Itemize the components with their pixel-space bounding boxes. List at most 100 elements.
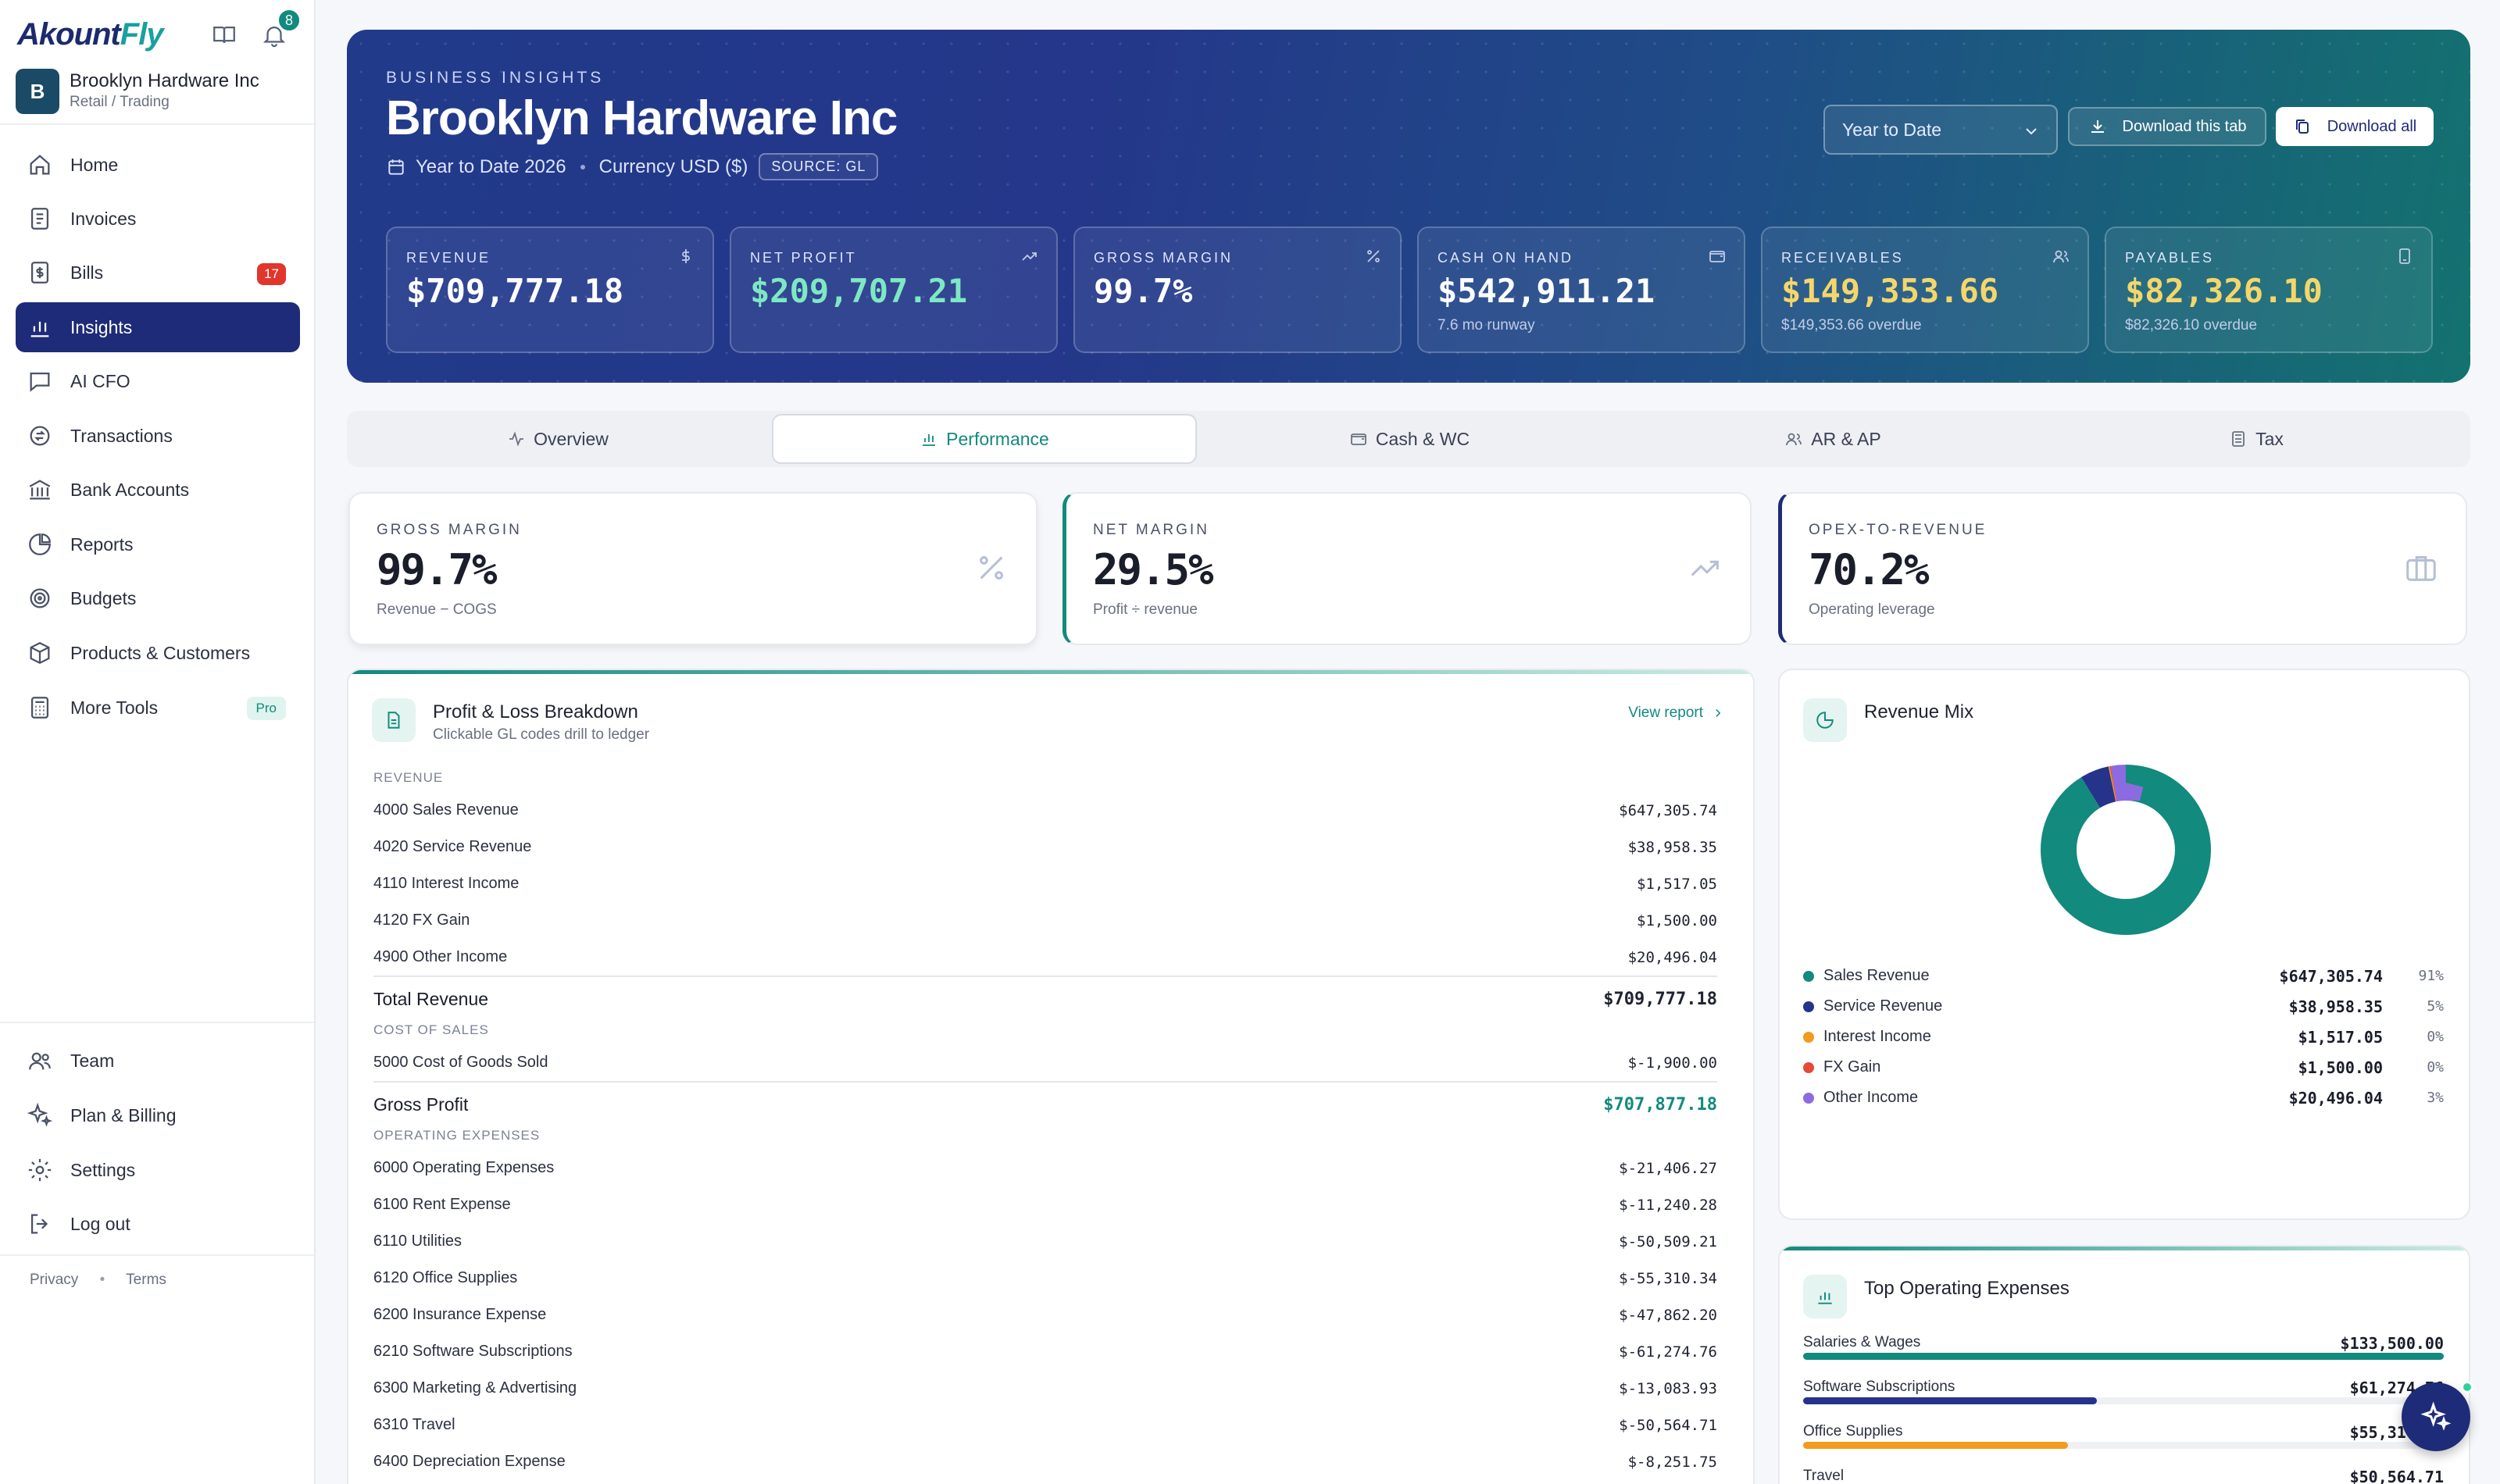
metric-value: 29.5% [1093, 545, 1214, 594]
pl-row[interactable]: 4020 Service Revenue $38,958.35 [373, 829, 1717, 865]
users-icon [1784, 430, 1803, 448]
nav-invoices[interactable]: Invoices [16, 194, 300, 244]
pl-row[interactable]: 6210 Software Subscriptions $-61,274.76 [373, 1333, 1717, 1370]
nav-team[interactable]: Team [16, 1036, 300, 1086]
target-icon [27, 585, 53, 612]
period-select[interactable]: Year to Date [1823, 105, 2058, 155]
privacy-link[interactable]: Privacy [30, 1272, 78, 1288]
legend-amount: $38,958.35 [2288, 997, 2383, 1016]
tab-cash-wc[interactable]: Cash & WC [1198, 414, 1620, 464]
dollar-icon [677, 247, 695, 266]
nav-transactions[interactable]: Transactions [16, 411, 300, 461]
kpi-label: PAYABLES [2125, 250, 2215, 266]
users-icon [2052, 247, 2070, 266]
bar-chart-icon [1803, 1275, 1847, 1318]
gl-amount: $-1,900.00 [1627, 1054, 1717, 1072]
gl-amount: $647,305.74 [1619, 801, 1717, 819]
pl-row[interactable]: 6300 Marketing & Advertising $-13,083.93 [373, 1370, 1717, 1407]
tab-performance[interactable]: Performance [772, 414, 1197, 464]
tab-tax[interactable]: Tax [2045, 414, 2467, 464]
kpi-card-cash-on-hand[interactable]: CASH ON HAND $542,911.21 7.6 mo runway [1417, 227, 1745, 353]
pl-row[interactable]: 6310 Travel $-50,564.71 [373, 1407, 1717, 1443]
pl-row[interactable]: 4110 Interest Income $1,517.05 [373, 865, 1717, 902]
download-tab-button[interactable]: Download this tab [2068, 107, 2266, 146]
gl-amount: $-11,240.28 [1619, 1196, 1717, 1214]
legend-swatch [1803, 1001, 1814, 1012]
nav-bills[interactable]: Bills 17 [16, 248, 300, 298]
download-icon [2088, 117, 2107, 136]
nav-budgets[interactable]: Budgets [16, 573, 300, 623]
legend-label: Other Income [1823, 1089, 1919, 1106]
kpi-label: GROSS MARGIN [1094, 250, 1234, 266]
top-opex-panel: Top Operating Expenses Salaries & Wages $… [1778, 1245, 2470, 1484]
bank-icon [27, 476, 53, 503]
nav-team-label: Team [70, 1050, 115, 1071]
nav-insights[interactable]: Insights [16, 302, 300, 352]
opex-name: Office Supplies [1803, 1423, 1903, 1439]
donut-slice-sales-revenue[interactable] [2041, 765, 2211, 935]
pl-row[interactable]: 4120 FX Gain $1,500.00 [373, 902, 1717, 939]
trend-up-icon [1020, 247, 1039, 266]
pl-row[interactable]: 6120 Office Supplies $-55,310.34 [373, 1260, 1717, 1297]
nav-reports[interactable]: Reports [16, 519, 300, 569]
pl-row[interactable]: 4000 Sales Revenue $647,305.74 [373, 792, 1717, 829]
nav-bank-accounts-label: Bank Accounts [70, 479, 190, 500]
app-logo[interactable]: AkountFly [17, 17, 164, 52]
nav-settings-label: Settings [70, 1159, 136, 1180]
tab-overview-label: Overview [534, 428, 609, 449]
kpi-card-gross-margin[interactable]: GROSS MARGIN 99.7% [1073, 227, 1402, 353]
kpi-card-net-profit[interactable]: NET PROFIT $209,707.21 [730, 227, 1058, 353]
pl-row[interactable]: 5000 Cost of Goods Sold $-1,900.00 [373, 1044, 1717, 1081]
nav-settings[interactable]: Settings [16, 1145, 300, 1195]
gl-account-name: 4120 FX Gain [373, 911, 470, 929]
legend-amount: $1,517.05 [2298, 1027, 2383, 1047]
opex-bar-item: Software Subscriptions $61,274.76 [1803, 1379, 2444, 1423]
revenue-mix-donut [2041, 765, 2211, 935]
pl-row[interactable]: 6000 Operating Expenses $-21,406.27 [373, 1150, 1717, 1186]
pl-row[interactable]: 6110 Utilities $-50,509.21 [373, 1223, 1717, 1260]
logo-prefix: Akount [17, 17, 121, 52]
book-icon[interactable] [211, 22, 238, 48]
gl-account-name: 5000 Cost of Goods Sold [373, 1054, 548, 1071]
kpi-card-payables[interactable]: PAYABLES $82,326.10 $82,326.10 overdue [2105, 227, 2433, 353]
percent-icon [973, 550, 1009, 586]
pl-row[interactable]: 6200 Insurance Expense $-47,862.20 [373, 1297, 1717, 1333]
nav-more-tools[interactable]: More Tools Pro [16, 683, 300, 733]
gl-account-name: 6400 Depreciation Expense [373, 1453, 566, 1470]
kpi-card-receivables[interactable]: RECEIVABLES $149,353.66 $149,353.66 over… [1761, 227, 2089, 353]
briefcase-icon [2403, 550, 2439, 586]
nav-home[interactable]: Home [16, 140, 300, 190]
nav-bills-label: Bills [70, 262, 104, 283]
chevron-down-icon [2022, 122, 2041, 141]
pl-row[interactable]: 6100 Rent Expense $-11,240.28 [373, 1186, 1717, 1223]
pl-breakdown-panel: Profit & Loss Breakdown Clickable GL cod… [347, 669, 1755, 1484]
kpi-card-revenue[interactable]: REVENUE $709,777.18 [386, 227, 714, 353]
nav-bank-accounts[interactable]: Bank Accounts [16, 465, 300, 515]
nav-home-label: Home [70, 154, 119, 175]
pl-row[interactable]: 6400 Depreciation Expense $-8,251.75 [373, 1443, 1717, 1480]
copy-icon [2293, 117, 2312, 136]
download-all-button[interactable]: Download all [2276, 107, 2434, 146]
gl-amount: $-50,564.71 [1619, 1416, 1717, 1434]
divider [0, 1254, 314, 1256]
nav-logout[interactable]: Log out [16, 1199, 300, 1249]
metric-label: NET MARGIN [1093, 522, 1209, 538]
legend-percent: 91% [2418, 968, 2444, 984]
pl-row[interactable]: 4900 Other Income $20,496.04 [373, 939, 1717, 976]
company-switcher[interactable]: B Brooklyn Hardware Inc Retail / Trading [16, 67, 314, 123]
tab-overview[interactable]: Overview [347, 414, 769, 464]
nav-plan-billing[interactable]: Plan & Billing [16, 1090, 300, 1140]
ai-assistant-button[interactable] [2402, 1382, 2470, 1451]
view-report-label: View report [1628, 705, 1703, 721]
bill-icon [27, 259, 53, 286]
top-opex-list: Salaries & Wages $133,500.00 Software Subs… [1803, 1334, 2444, 1484]
legend-label: Sales Revenue [1823, 967, 1930, 984]
gl-account-name: 6300 Marketing & Advertising [373, 1379, 577, 1397]
kpi-value: $209,707.21 [750, 272, 968, 310]
nav-products-customers[interactable]: Products & Customers [16, 628, 300, 678]
terms-link[interactable]: Terms [126, 1272, 166, 1288]
view-report-link[interactable]: View report [1628, 705, 1725, 722]
tab-ar-ap[interactable]: AR & AP [1622, 414, 2044, 464]
nav-ai-cfo[interactable]: AI CFO [16, 356, 300, 406]
metric-sub: Operating leverage [1809, 601, 1935, 618]
